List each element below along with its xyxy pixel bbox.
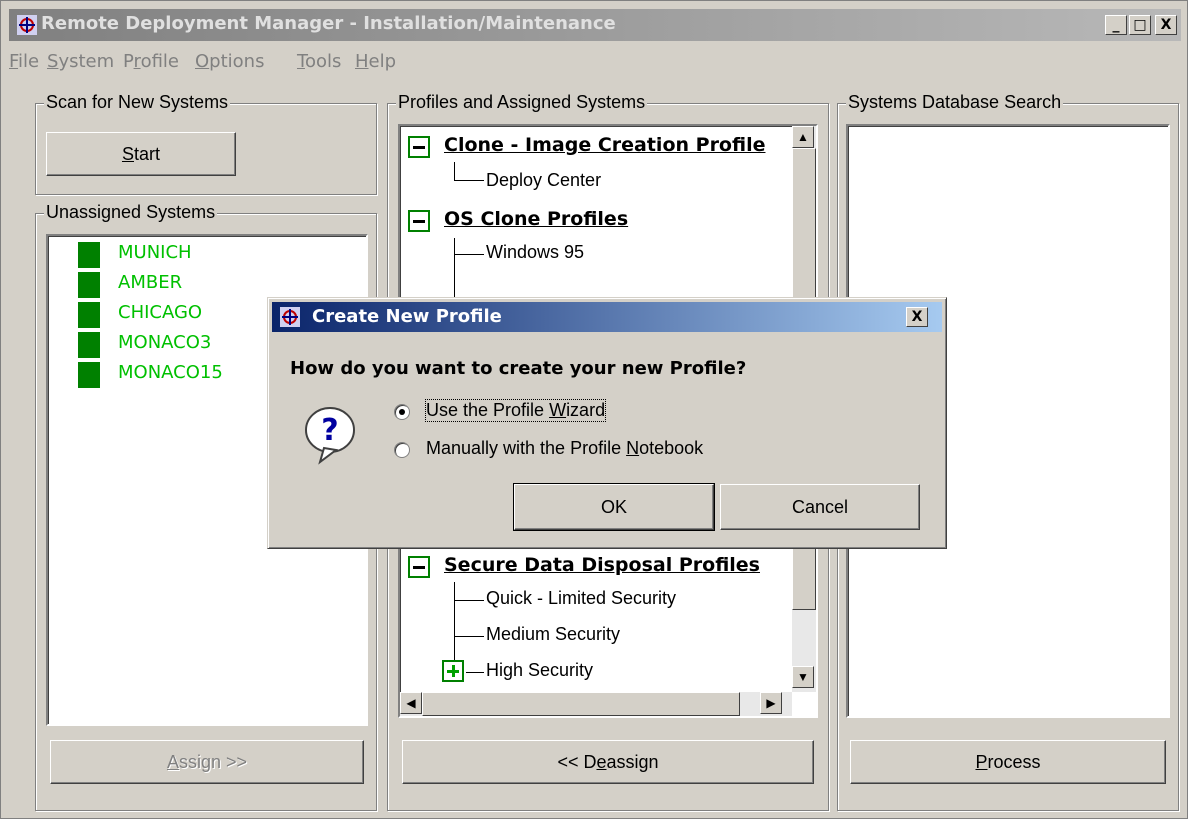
cancel-button[interactable]: Cancel [720,484,920,530]
tree-heading[interactable]: Clone - Image Creation Profile [444,134,765,156]
svg-text:?: ? [321,413,338,448]
scan-group: Scan for New Systems Start [35,92,377,195]
radio-wizard[interactable] [394,404,410,420]
menu-help[interactable]: Help [355,51,396,72]
tree-leaf[interactable]: Quick - Limited Security [486,588,676,609]
question-icon: ? [305,407,355,465]
app-icon [280,307,300,327]
computer-icon [78,362,100,388]
window-title: Remote Deployment Manager - Installation… [41,13,616,34]
unassigned-group-label: Unassigned Systems [44,202,218,223]
process-button[interactable]: Process [850,740,1166,784]
tree-leaf[interactable]: High Security [486,660,593,681]
tree-leaf[interactable]: Windows 95 [486,242,584,263]
collapse-icon[interactable] [408,556,430,578]
menu-options[interactable]: Options [195,51,264,72]
tree-heading[interactable]: OS Clone Profiles [444,208,628,230]
system-name: MONACO15 [118,362,223,383]
menu-system[interactable]: System [47,51,114,72]
dialog-question: How do you want to create your new Profi… [290,358,747,379]
radio-notebook[interactable] [394,442,410,458]
tree-leaf[interactable]: Deploy Center [486,170,601,191]
horizontal-scrollbar[interactable]: ◀ ▶ [400,692,792,716]
tree-heading[interactable]: Secure Data Disposal Profiles [444,554,760,576]
option-notebook-label[interactable]: Manually with the Profile Notebook [426,438,703,459]
deassign-button[interactable]: << Deassign [402,740,814,784]
expand-icon[interactable] [442,660,464,682]
create-profile-dialog: Create New Profile X How do you want to … [267,297,947,549]
tree-leaf[interactable]: Medium Security [486,624,620,645]
scroll-right-icon[interactable]: ▶ [760,692,782,714]
close-button[interactable]: X [1155,15,1177,35]
assign-button[interactable]: Assign >> [50,740,364,784]
collapse-icon[interactable] [408,210,430,232]
scan-group-label: Scan for New Systems [44,92,231,113]
start-button[interactable]: Start [46,132,236,176]
title-bar[interactable]: Remote Deployment Manager - Installation… [9,9,1181,41]
system-name: MONACO3 [118,332,212,353]
maximize-button[interactable]: □ [1129,15,1151,35]
system-name: CHICAGO [118,302,203,323]
dialog-title: Create New Profile [312,306,502,327]
main-window: Remote Deployment Manager - Installation… [0,0,1188,819]
ok-button[interactable]: OK [513,483,715,531]
collapse-icon[interactable] [408,136,430,158]
menu-bar: File System Profile Options Tools Help [9,47,1181,75]
scroll-up-icon[interactable]: ▲ [792,126,814,148]
computer-icon [78,302,100,328]
computer-icon [78,242,100,268]
search-group-label: Systems Database Search [846,92,1064,113]
scroll-down-icon[interactable]: ▼ [792,666,814,688]
menu-tools[interactable]: Tools [297,51,341,72]
menu-profile[interactable]: Profile [123,51,179,72]
minimize-button[interactable]: _ [1105,15,1127,35]
computer-icon [78,332,100,358]
system-name: MUNICH [118,242,192,263]
menu-file[interactable]: File [9,51,39,72]
option-wizard-label[interactable]: Use the Profile Wizard [424,399,607,422]
dialog-title-bar[interactable]: Create New Profile X [272,302,942,332]
system-name: AMBER [118,272,183,293]
scroll-thumb[interactable] [422,692,740,716]
computer-icon [78,272,100,298]
app-icon [17,15,37,35]
scroll-left-icon[interactable]: ◀ [400,692,422,714]
dialog-close-button[interactable]: X [906,307,928,327]
profiles-group-label: Profiles and Assigned Systems [396,92,648,113]
